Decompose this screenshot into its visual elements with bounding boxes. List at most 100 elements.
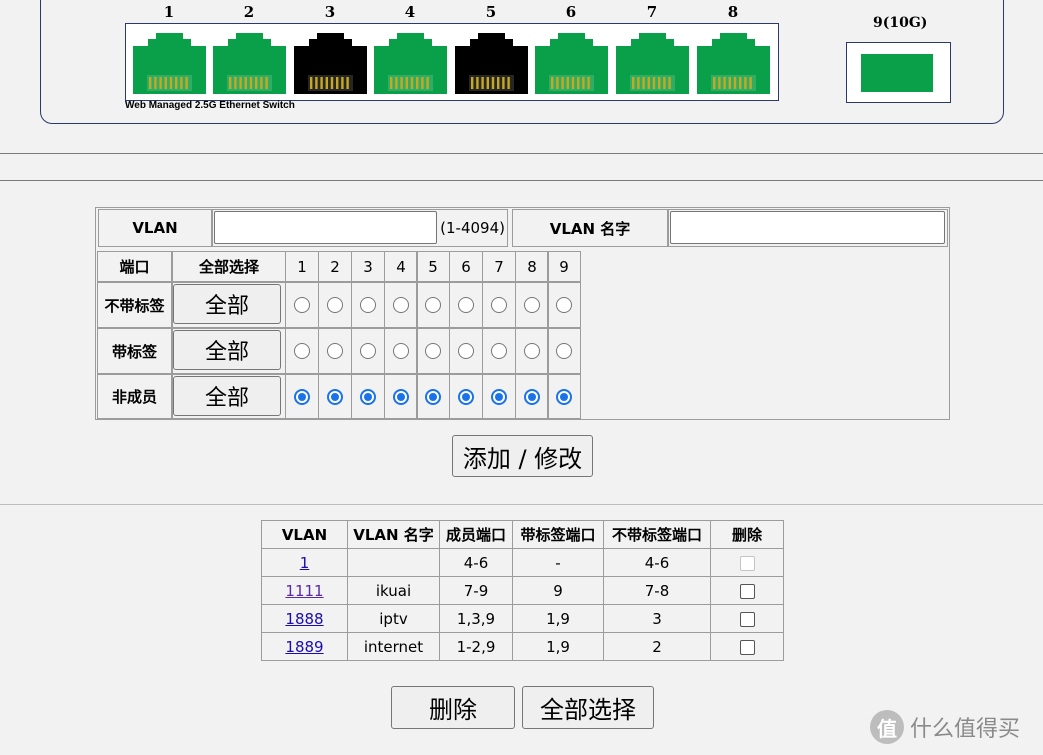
port-1-radio[interactable] [294,388,310,405]
radio-cell [515,328,549,374]
port-8-radio[interactable] [524,297,540,313]
port-header: 端口 [97,251,172,282]
add-modify-button[interactable]: 添加 / 修改 [452,435,593,477]
ethernet-port-icon-7[interactable] [616,33,689,94]
port-4-radio[interactable] [393,388,409,405]
radio-cell [416,328,450,374]
radio-cell [351,374,385,419]
vlan-id-cell: 1 [261,548,348,577]
port-4-radio[interactable] [393,343,409,359]
sfp-port-indicator [861,54,933,92]
member-ports: 1,3,9 [439,604,513,633]
delete-checkbox[interactable] [739,611,755,627]
select-all-button[interactable]: 全部选择 [522,686,654,729]
vlan-link[interactable]: 1889 [285,638,323,656]
delete-cell [710,604,784,633]
port-6-radio[interactable] [458,388,474,405]
delete-checkbox[interactable] [739,639,755,655]
vlan-id-label: VLAN [98,209,212,247]
delete-button[interactable]: 删除 [391,686,515,729]
vlan-id-cell: 1889 [261,632,348,661]
ethernet-port-icon-8[interactable] [697,33,770,94]
radio-cell [351,282,385,328]
port-2-radio[interactable] [327,388,343,405]
vlan-table: VLAN VLAN 名字 成员端口 带标签端口 不带标签端口 删除 1 4-6 - 4-6… [261,520,784,661]
port-9-radio[interactable] [556,343,572,359]
divider [0,153,1043,154]
ethernet-port-icon-2[interactable] [213,33,286,94]
port-col-2: 2 [318,251,352,282]
select-all-row-button-0[interactable]: 全部 [173,284,281,324]
vlan-link[interactable]: 1 [300,554,310,572]
port-3-radio[interactable] [360,297,376,313]
watermark-logo: 值 [870,710,904,744]
tagged-ports: - [512,548,604,577]
port-6-radio[interactable] [458,297,474,313]
port-number-4: 4 [404,3,416,21]
port-4-radio[interactable] [393,297,409,313]
select-all-row-button-1[interactable]: 全部 [173,330,281,370]
ethernet-port-icon-1[interactable] [133,33,206,94]
member-ports: 7-9 [439,576,513,605]
port-9-radio[interactable] [556,297,572,313]
radio-cell [449,374,483,419]
table-row: 1 4-6 - 4-6 [261,548,784,577]
port-1-radio[interactable] [294,297,310,313]
vlan-link[interactable]: 1111 [285,582,323,600]
vlan-table-header: 成员端口 [439,520,513,549]
port-1-radio[interactable] [294,343,310,359]
port-5-radio[interactable] [425,343,441,359]
vlan-name-label: VLAN 名字 [512,209,668,247]
radio-cell [515,282,549,328]
ethernet-port-icon-6[interactable] [535,33,608,94]
radio-cell [449,328,483,374]
port-8-radio[interactable] [524,343,540,359]
port-number-8: 8 [727,3,739,21]
ethernet-port-icon-3[interactable] [294,33,367,94]
vlan-name-input[interactable] [670,211,945,244]
port-7-radio[interactable] [491,388,507,405]
divider [0,504,1043,505]
radio-cell [482,282,516,328]
delete-checkbox[interactable] [739,583,755,599]
watermark: 值 什么值得买 [870,710,1020,744]
switch-caption: Web Managed 2.5G Ethernet Switch [125,100,295,111]
port-8-radio[interactable] [524,388,540,405]
port-5-radio[interactable] [425,388,441,405]
untagged-ports: 2 [603,632,711,661]
vlan-name [347,548,440,577]
port-5-radio[interactable] [425,297,441,313]
port-col-7: 7 [482,251,516,282]
port-7-radio[interactable] [491,297,507,313]
ethernet-port-icon-5[interactable] [455,33,528,94]
ethernet-port-icon-4[interactable] [374,33,447,94]
vlan-link[interactable]: 1888 [285,610,323,628]
vlan-table-header: 不带标签端口 [603,520,711,549]
radio-cell [285,328,319,374]
divider [0,180,1043,181]
port-number-2: 2 [243,3,255,21]
port-2-radio[interactable] [327,297,343,313]
radio-cell [285,282,319,328]
port-3-radio[interactable] [360,343,376,359]
port-number-1: 1 [163,3,175,21]
radio-cell [547,374,581,419]
port-col-6: 6 [449,251,483,282]
row-label-2: 非成员 [97,374,172,419]
radio-cell [547,282,581,328]
port-6-radio[interactable] [458,343,474,359]
vlan-id-input[interactable] [214,211,437,244]
select-all-row-button-2[interactable]: 全部 [173,376,281,416]
port-3-radio[interactable] [360,388,376,405]
port-col-4: 4 [384,251,418,282]
port-9-radio[interactable] [556,388,572,405]
untagged-ports: 7-8 [603,576,711,605]
vlan-range-hint: (1-4094) [440,219,505,237]
port-7-radio[interactable] [491,343,507,359]
radio-cell [416,374,450,419]
row-label-0: 不带标签 [97,282,172,328]
port-2-radio[interactable] [327,343,343,359]
tagged-ports: 9 [512,576,604,605]
sfp-port-label: 9(10G) [873,15,928,31]
sfp-port[interactable] [846,42,951,103]
